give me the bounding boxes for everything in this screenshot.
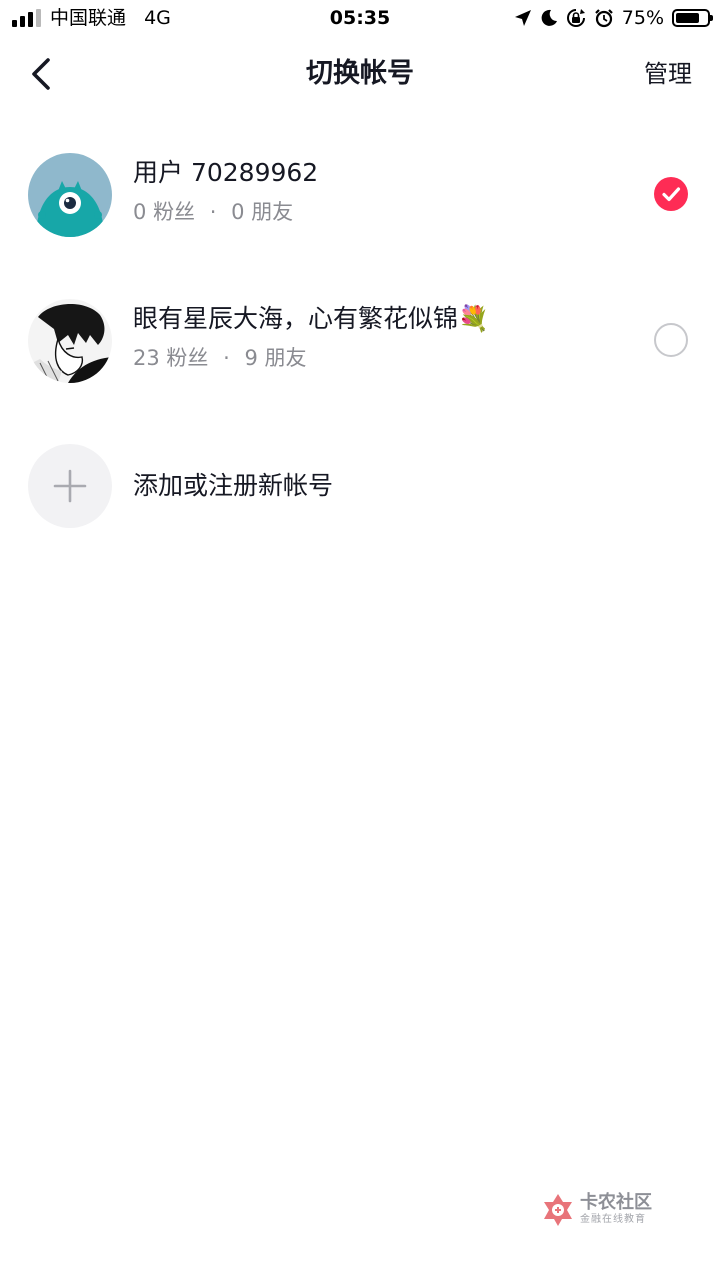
page-title: 切换帐号 bbox=[306, 58, 414, 89]
account-item[interactable]: 用户 70289962 0 粉丝 · 0 朋友 bbox=[0, 135, 720, 255]
nav-bar: 切换帐号 管理 bbox=[0, 38, 720, 110]
monster-avatar-image bbox=[28, 153, 112, 237]
battery-icon bbox=[672, 9, 713, 27]
do-not-disturb-icon bbox=[541, 9, 557, 26]
followers-count: 0 bbox=[133, 200, 147, 224]
alarm-icon bbox=[594, 9, 613, 28]
account-name: 用户 70289962 bbox=[133, 158, 319, 187]
status-bar: 中国联通 4G 05:35 75% bbox=[0, 0, 720, 38]
back-button[interactable] bbox=[20, 52, 64, 96]
friends-label: 朋友 bbox=[264, 346, 307, 370]
account-stats: 0 粉丝 · 0 朋友 bbox=[133, 197, 293, 227]
followers-label: 粉丝 bbox=[166, 346, 209, 370]
checkmark-icon bbox=[662, 187, 681, 202]
watermark-title: 卡农社区 bbox=[580, 1192, 652, 1213]
status-right-group: 75% bbox=[514, 6, 713, 30]
add-account-row[interactable]: 添加或注册新帐号 bbox=[0, 426, 720, 546]
plus-icon bbox=[53, 469, 87, 503]
stats-separator: · bbox=[223, 346, 230, 370]
battery-level-fill bbox=[676, 13, 699, 23]
orientation-lock-icon bbox=[566, 9, 585, 27]
unselected-radio[interactable] bbox=[654, 323, 688, 357]
friends-label: 朋友 bbox=[251, 200, 294, 224]
friends-count: 9 bbox=[244, 346, 258, 370]
watermark: 卡农社区 金融在线教育 bbox=[540, 1190, 670, 1232]
add-account-circle bbox=[28, 444, 112, 528]
friends-count: 0 bbox=[231, 200, 245, 224]
account-stats: 23 粉丝 · 9 朋友 bbox=[133, 343, 307, 373]
avatar bbox=[28, 153, 112, 237]
account-name: 眼有星辰大海，心有繁花似锦💐 bbox=[133, 304, 490, 333]
avatar bbox=[28, 299, 112, 383]
anime-avatar-image bbox=[28, 299, 112, 383]
chevron-left-icon bbox=[32, 58, 50, 90]
manage-button[interactable]: 管理 bbox=[644, 56, 692, 92]
account-item[interactable]: 眼有星辰大海，心有繁花似锦💐 23 粉丝 · 9 朋友 bbox=[0, 281, 720, 401]
watermark-subtitle: 金融在线教育 bbox=[580, 1214, 646, 1225]
kanong-logo-icon bbox=[544, 1194, 572, 1226]
stats-separator: · bbox=[209, 200, 217, 224]
battery-percent: 75% bbox=[621, 7, 664, 29]
add-account-label: 添加或注册新帐号 bbox=[133, 471, 334, 500]
selected-radio[interactable] bbox=[654, 177, 688, 211]
followers-count: 23 bbox=[133, 346, 160, 370]
location-icon bbox=[514, 10, 531, 26]
followers-label: 粉丝 bbox=[153, 200, 196, 224]
